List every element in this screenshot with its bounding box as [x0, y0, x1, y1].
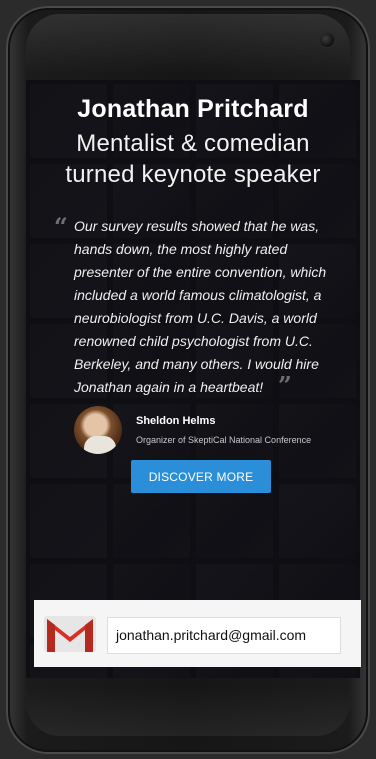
testimonial-quote: Our survey results showed that he was, h…	[74, 218, 327, 395]
author-role: Organizer of SkeptiCal National Conferen…	[136, 435, 312, 445]
hero-section: Jonathan Pritchard Mentalist & comedian …	[26, 80, 360, 678]
subtitle-line-1: Mentalist & comedian	[76, 130, 310, 157]
author-name: Sheldon Helms	[136, 415, 216, 427]
quote-close-icon: ”	[278, 371, 292, 400]
subtitle-line-2: turned keynote speaker	[65, 161, 321, 188]
camera-icon	[320, 33, 334, 47]
email-contact-bar: jonathan.pritchard@gmail.com	[34, 600, 361, 667]
gmail-icon	[44, 616, 96, 652]
phone-speaker	[54, 39, 74, 43]
quote-open-icon: “	[54, 212, 68, 241]
avatar	[74, 406, 122, 454]
testimonial-author: Sheldon Helms Organizer of SkeptiCal Nat…	[74, 406, 354, 458]
page-title: Jonathan Pritchard	[77, 95, 309, 123]
page-subtitle: Mentalist & comedian turned keynote spea…	[26, 128, 360, 190]
phone-shine-bottom	[26, 686, 350, 736]
email-address-field[interactable]: jonathan.pritchard@gmail.com	[107, 617, 341, 654]
discover-more-button[interactable]: DISCOVER MORE	[131, 460, 271, 493]
phone-screen: Jonathan Pritchard Mentalist & comedian …	[26, 80, 360, 678]
phone-shine	[26, 14, 350, 74]
